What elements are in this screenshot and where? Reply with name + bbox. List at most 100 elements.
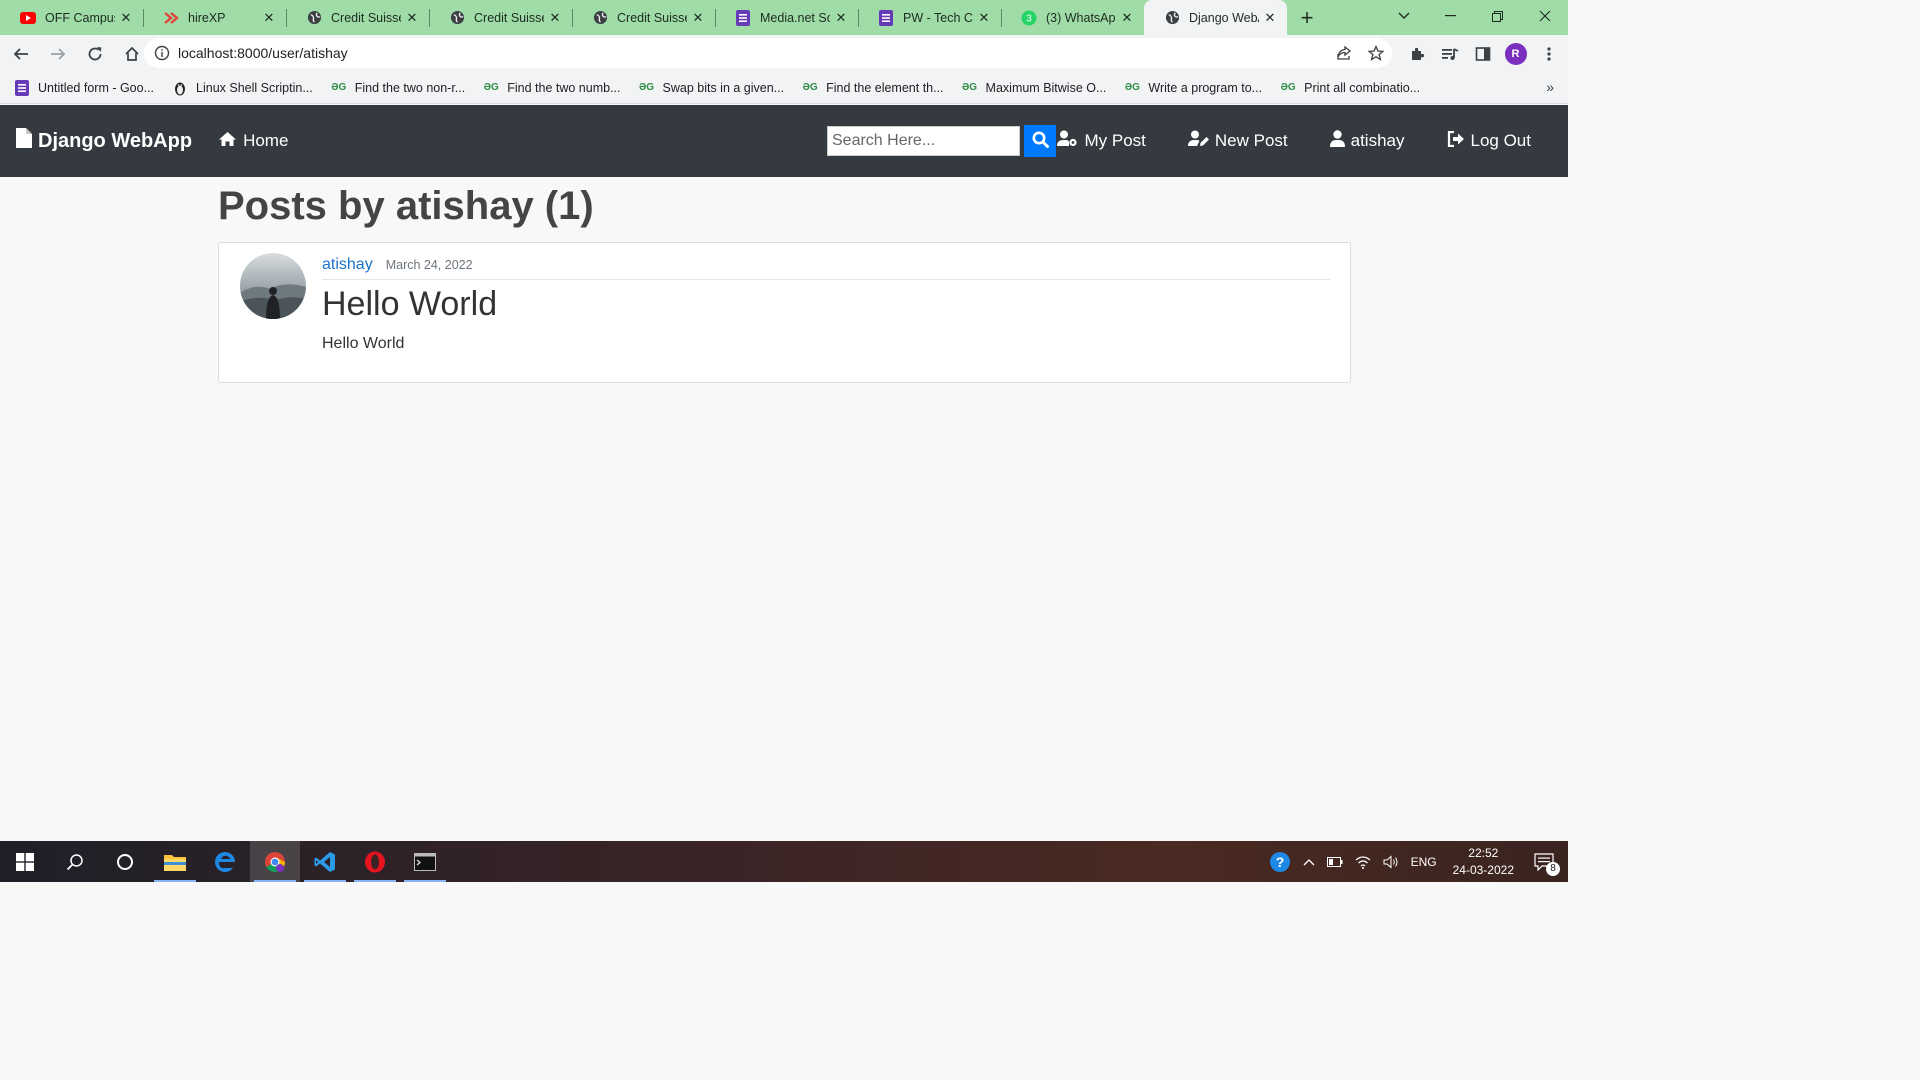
globe-icon [1164, 10, 1180, 26]
browser-tab[interactable]: hireXP ✕ [143, 0, 286, 35]
chrome-icon[interactable] [250, 841, 300, 882]
search-input[interactable] [827, 126, 1020, 156]
windows-start-icon[interactable] [0, 841, 50, 882]
extensions-puzzle-icon[interactable] [1400, 39, 1433, 69]
close-icon[interactable]: ✕ [1263, 10, 1277, 26]
browser-tab[interactable]: Credit Suisse C ✕ [429, 0, 572, 35]
bookmark-item[interactable]: ƏG Swap bits in a given... [638, 80, 785, 96]
browser-tab[interactable]: Credit Suisse C ✕ [572, 0, 715, 35]
page-title: Posts by atishay (1) [218, 184, 594, 228]
terminal-icon[interactable] [400, 841, 450, 882]
sign-out-icon [1447, 130, 1465, 152]
bookmark-item[interactable]: ƏG Write a program to... [1124, 80, 1262, 96]
close-icon[interactable]: ✕ [1120, 10, 1134, 26]
help-icon[interactable]: ? [1269, 851, 1291, 873]
bookmark-label: Find the two numb... [507, 80, 621, 95]
address-bar[interactable]: localhost:8000/user/atishay [144, 38, 1392, 68]
bookmark-item[interactable]: ƏG Maximum Bitwise O... [962, 80, 1107, 96]
bookmark-item[interactable]: ƏG Find the element th... [802, 80, 944, 96]
post-date: March 24, 2022 [385, 258, 473, 272]
close-icon[interactable]: ✕ [548, 10, 562, 26]
volume-icon[interactable] [1383, 854, 1399, 869]
close-window-icon[interactable] [1521, 0, 1568, 32]
chevron-up-icon[interactable] [1303, 858, 1315, 866]
bookmark-item[interactable]: ƏG Find the two non-r... [331, 80, 465, 96]
bookmark-star-icon[interactable] [1367, 44, 1385, 66]
post-card: atishay March 24, 2022 Hello World Hello… [218, 242, 1351, 383]
language-indicator[interactable]: ENG [1411, 855, 1437, 869]
browser-tab[interactable]: Media.net Soft ✕ [715, 0, 858, 35]
nav-my-post-link[interactable]: My Post [1057, 130, 1146, 152]
bookmark-item[interactable]: ƏG Print all combinatio... [1280, 80, 1421, 96]
close-icon[interactable]: ✕ [691, 10, 705, 26]
windows-taskbar: ? ENG 22:52 24-03-2022 8 [0, 841, 1568, 882]
restore-icon[interactable] [1474, 0, 1521, 32]
gfg-icon: ƏG [802, 82, 818, 93]
tab-title: Credit Suisse C [617, 10, 687, 25]
vscode-icon[interactable] [300, 841, 350, 882]
tab-search-chevron-icon[interactable] [1392, 6, 1416, 26]
browser-toolbar: localhost:8000/user/atishay R [0, 35, 1568, 72]
kebab-menu-icon[interactable] [1532, 39, 1565, 69]
nav-new-post-link[interactable]: New Post [1187, 130, 1288, 152]
share-icon[interactable] [1336, 45, 1352, 66]
gfg-icon: ƏG [1280, 82, 1296, 93]
opera-icon[interactable] [350, 841, 400, 882]
bookmark-item[interactable]: Untitled form - Goo... [14, 79, 155, 96]
nav-home-link[interactable]: Home [218, 131, 288, 152]
browser-tab[interactable]: OFF Campus P ✕ [0, 0, 143, 35]
url-text: localhost:8000/user/atishay [178, 45, 348, 61]
bookmark-label: Swap bits in a given... [662, 80, 785, 95]
globe-icon [306, 10, 322, 26]
post-title-link[interactable]: Hello World [322, 285, 497, 324]
site-info-icon[interactable] [154, 45, 170, 61]
browser-tab[interactable]: Credit Suisse C ✕ [286, 0, 429, 35]
taskbar-clock[interactable]: 22:52 24-03-2022 [1453, 845, 1514, 879]
close-icon[interactable]: ✕ [405, 10, 419, 26]
bookmark-label: Find the element th... [826, 80, 944, 95]
gfg-icon: ƏG [962, 82, 978, 93]
close-icon[interactable]: ✕ [834, 10, 848, 26]
post-meta: atishay March 24, 2022 [322, 256, 1330, 280]
reload-icon[interactable] [78, 39, 111, 69]
form-icon [14, 79, 30, 96]
svg-text:?: ? [1275, 854, 1284, 870]
profile-avatar[interactable]: R [1499, 39, 1532, 69]
bookmark-label: Maximum Bitwise O... [985, 80, 1107, 95]
close-icon[interactable]: ✕ [262, 10, 276, 26]
bookmark-label: Untitled form - Goo... [38, 80, 155, 95]
search-icon[interactable] [50, 841, 100, 882]
author-avatar[interactable] [240, 253, 306, 319]
minimize-icon[interactable] [1427, 0, 1474, 32]
forward-arrow-icon[interactable] [41, 39, 74, 69]
post-author-link[interactable]: atishay [322, 256, 373, 274]
gfg-icon: ƏG [483, 82, 499, 93]
media-queue-icon[interactable] [1433, 39, 1466, 69]
battery-icon[interactable] [1326, 856, 1343, 867]
nav-username: atishay [1350, 131, 1405, 150]
hirexp-icon [163, 10, 179, 26]
browser-tab-active[interactable]: Django WebA ✕ [1144, 0, 1287, 35]
nav-my-post-label: My Post [1084, 131, 1146, 150]
browser-tab[interactable]: PW - Tech Can ✕ [858, 0, 1001, 35]
close-icon[interactable]: ✕ [119, 10, 133, 26]
nav-profile-link[interactable]: atishay [1329, 130, 1405, 152]
new-tab-button[interactable]: + [1287, 0, 1327, 35]
bookmarks-overflow-icon[interactable]: » [1546, 79, 1554, 95]
file-explorer-icon[interactable] [150, 841, 200, 882]
nav-logout-link[interactable]: Log Out [1447, 130, 1531, 152]
youtube-icon [20, 10, 36, 26]
cortana-icon[interactable] [100, 841, 150, 882]
bookmark-item[interactable]: ƏG Find the two numb... [483, 80, 621, 96]
wifi-icon[interactable] [1355, 855, 1371, 869]
bookmark-item[interactable]: Linux Shell Scriptin... [172, 80, 313, 96]
notification-icon[interactable]: 8 [1534, 852, 1560, 876]
brand-link[interactable]: Django WebApp [16, 128, 192, 154]
gfg-icon: ƏG [638, 82, 655, 93]
side-panel-icon[interactable] [1466, 39, 1499, 69]
back-arrow-icon[interactable] [4, 39, 37, 69]
edge-icon[interactable] [200, 841, 250, 882]
browser-tab[interactable]: 3 (3) WhatsApp ✕ [1001, 0, 1144, 35]
close-icon[interactable]: ✕ [977, 10, 991, 26]
linux-icon [172, 80, 188, 96]
